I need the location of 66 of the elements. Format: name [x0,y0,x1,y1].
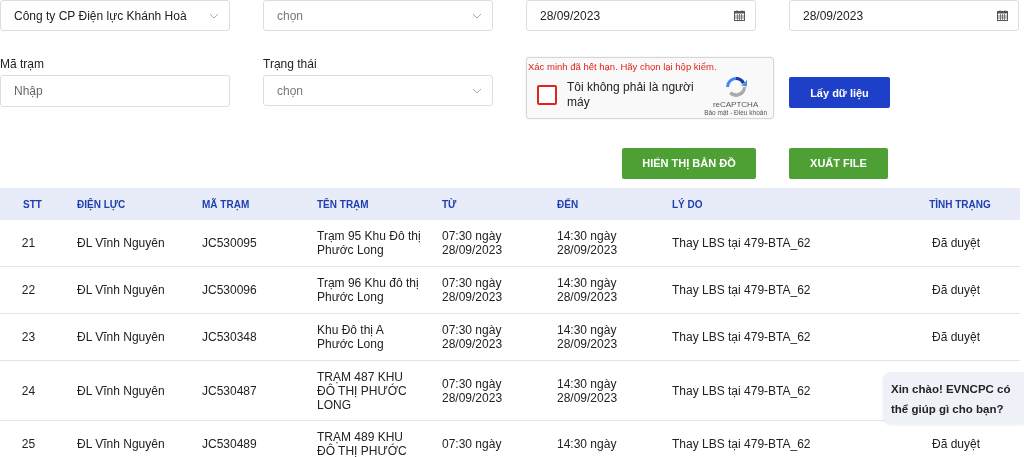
chevron-down-icon [209,12,219,19]
select-field[interactable]: chọn [263,0,493,31]
select-field[interactable]: Công ty CP Điện lực Khánh Hoà [0,0,230,31]
table-cell-text: 24 [21,383,37,398]
column-header: MÃ TRẠM [201,198,251,210]
table-cell-text: Thay LBS tại 479-BTA_62 [671,283,812,297]
calendar-icon [997,10,1008,21]
table-cell-text: 21 [21,236,37,250]
table-cell-text: 14:30 ngày 28/09/2023 [556,376,619,405]
table-cell-text: Khu Đô thị A Phước Long [316,323,385,351]
column-header: ĐIỆN LỰC [76,198,127,210]
table-cell-text: 25 [21,437,37,451]
field-label: Mã trạm [0,57,45,72]
table-cell-text: ĐL Vĩnh Nguyên [76,383,166,398]
table-cell-text: 14:30 ngày 28/09/2023 [556,229,619,257]
table-cell-text: Thay LBS tại 479-BTA_62 [671,236,812,250]
calendar-icon [734,10,745,21]
error-message: Xác minh đã hết hạn. Hãy chọn lại hộp kiểm. [528,61,717,73]
table-cell-text: Trạm 95 Khu Đô thị Phước Long [316,229,422,257]
table-cell-text: Đã duyệt [932,437,981,451]
chevron-down-icon [472,87,482,94]
checkbox[interactable] [537,85,557,106]
table-cell-text: 07:30 ngày 28/09/2023 [441,323,504,351]
table-cell-text: JC530489 [201,437,258,451]
table-cell-text: 14:30 ngày [556,437,618,451]
table-cell-text: Đã duyệt [932,330,981,344]
table-cell-text: JC530487 [201,383,258,398]
table-cell-text: Đã duyệt [932,236,981,250]
column-header: STT [22,198,43,210]
date-field[interactable]: 28/09/2023 [789,0,1019,31]
table-cell-text: 22 [21,283,37,297]
table-cell-text: ĐL Vĩnh Nguyên [76,330,166,344]
column-header: ĐẾN [556,198,580,210]
column-header: TÌNH TRẠNG [928,198,992,210]
table-cell-text: 07:30 ngày [441,437,503,451]
table-cell-text: TRẠM 489 KHU ĐÔ THỊ PHƯỚC [316,430,408,457]
table-cell-text: JC530348 [201,330,258,344]
input-field[interactable]: Nhập [0,75,230,108]
column-header: TỪ [441,198,458,210]
chevron-down-icon [472,12,482,19]
table-cell-text: ĐL Vĩnh Nguyên [76,283,166,297]
table-cell-text: 07:30 ngày 28/09/2023 [441,376,504,405]
column-header: TÊN TRẠM [316,198,370,210]
table-cell-text: TRẠM 487 KHU ĐÔ THỊ PHƯỚC LONG [316,369,408,412]
table-cell-text: ĐL Vĩnh Nguyên [76,236,166,250]
table-cell-text: Đã duyệt [932,283,981,297]
table-cell-text: Thay LBS tại 479-BTA_62 [671,330,812,344]
table-cell-text: Thay LBS tại 479-BTA_62 [671,437,812,451]
column-header: LÝ DO [671,198,704,210]
table-cell-text: 14:30 ngày 28/09/2023 [556,323,619,351]
table-cell-text: 07:30 ngày 28/09/2023 [441,276,504,304]
table-cell-text: 14:30 ngày 28/09/2023 [556,276,619,304]
table-cell-text: Thay LBS tại 479-BTA_62 [671,383,812,398]
fetch-data-button[interactable]: Lấy dữ liệu [789,77,890,109]
recaptcha-brand: reCAPTCHA [712,100,759,110]
table-cell-text: JC530095 [201,236,258,250]
table-cell-text: ĐL Vĩnh Nguyên [76,437,166,451]
table-cell-text: 07:30 ngày 28/09/2023 [441,229,504,257]
captcha-label: Tôi không phải là người máy [567,80,695,111]
chat-bubble[interactable]: Xin chào! EVNCPC có thể giúp gì cho bạn? [883,372,1024,424]
field-label: Trạng thái [263,57,318,72]
table-cell-text: Trạm 96 Khu đô thị Phước Long [316,276,420,304]
table-cell-text: JC530096 [201,283,258,297]
table-cell-text: 23 [21,330,37,344]
date-field[interactable]: 28/09/2023 [526,0,756,31]
select-field[interactable]: chọn [263,75,493,107]
